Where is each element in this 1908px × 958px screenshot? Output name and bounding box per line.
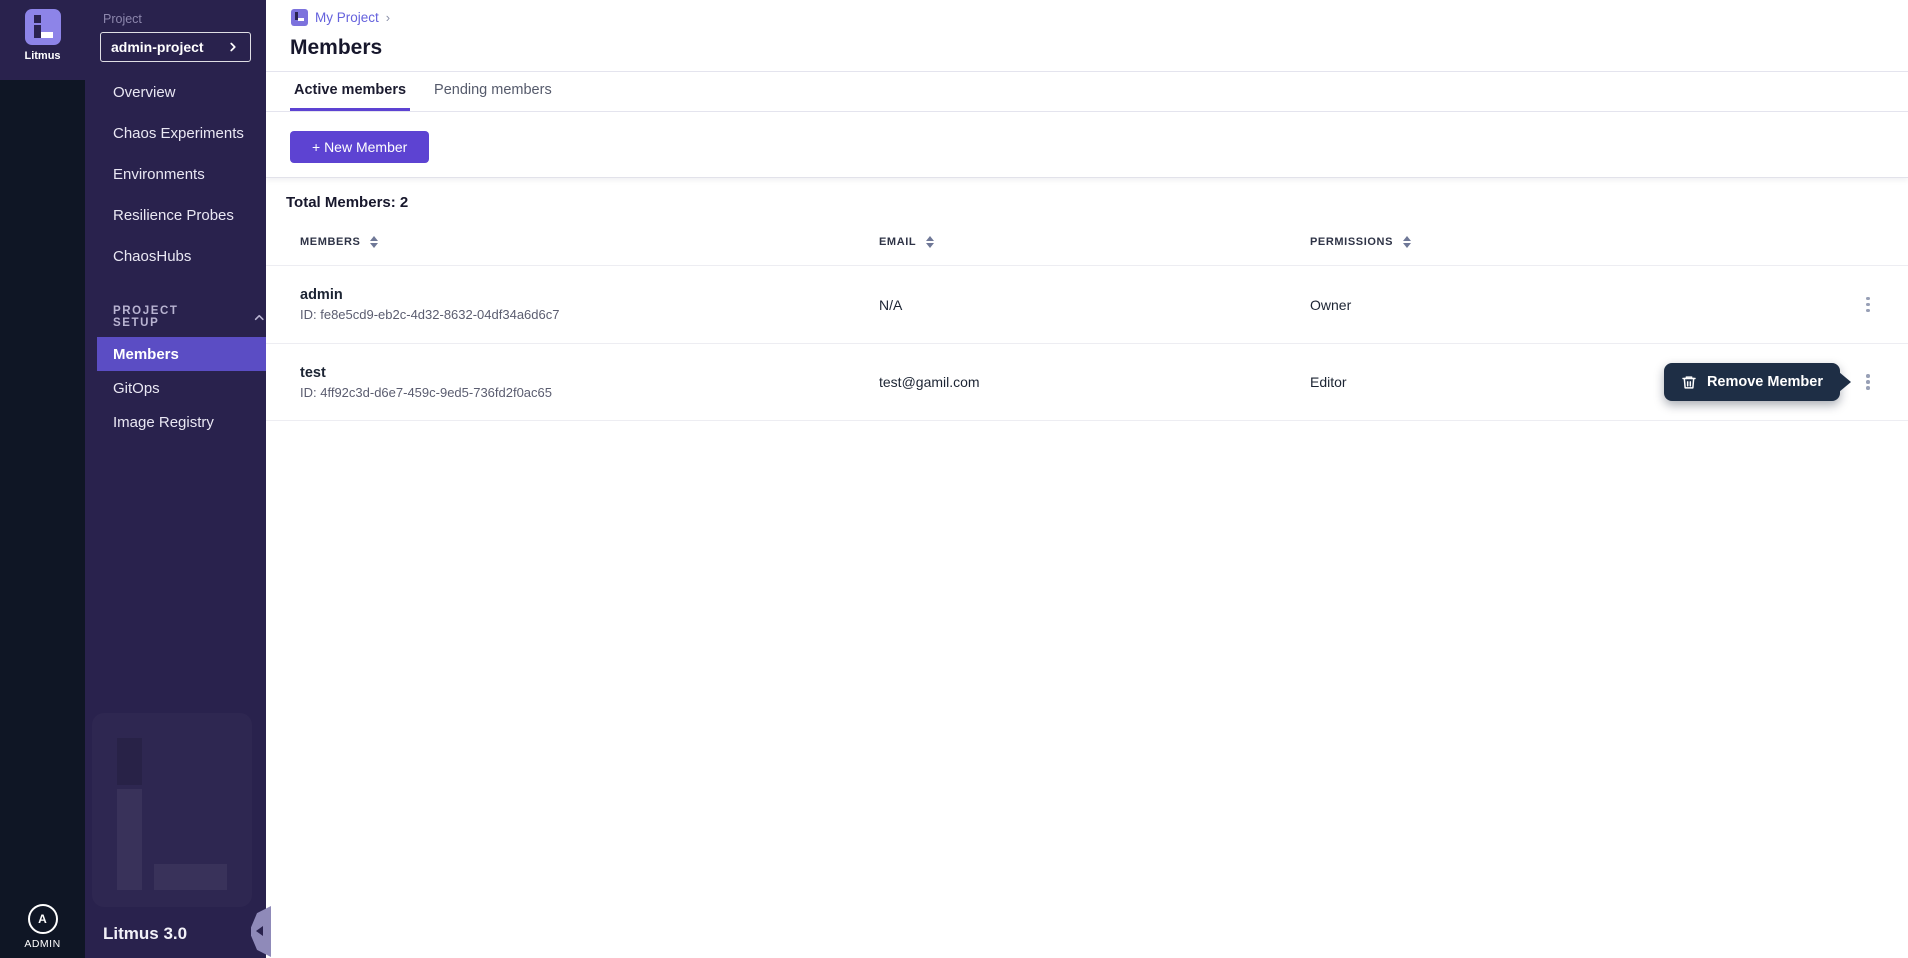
total-members-label: Total Members: 2	[286, 194, 1908, 211]
page-header: My Project › Members	[266, 0, 1908, 72]
members-content: Total Members: 2 MEMBERS EMAIL PERMISSIO…	[266, 178, 1908, 421]
sidebar-item-environments[interactable]: Environments	[85, 154, 266, 195]
row-actions-kebab-icon[interactable]	[1856, 290, 1880, 320]
sort-icon[interactable]	[926, 236, 934, 249]
column-header-email[interactable]: EMAIL	[879, 236, 1310, 249]
row-actions-kebab-icon[interactable]	[1856, 367, 1880, 397]
member-cell: admin ID: fe8e5cd9-eb2c-4d32-8632-04df34…	[300, 287, 879, 322]
remove-member-menu-item[interactable]: Remove Member	[1664, 363, 1840, 401]
collapse-left-triangle-icon	[256, 926, 263, 936]
sidebar-item-image-registry[interactable]: Image Registry	[85, 405, 266, 439]
project-icon	[291, 9, 308, 26]
breadcrumb-chevron-icon: ›	[386, 10, 390, 25]
project-setup-label: PROJECT SETUP	[113, 305, 226, 329]
sidebar-nav: Overview Chaos Experiments Environments …	[85, 72, 266, 277]
member-id: ID: fe8e5cd9-eb2c-4d32-8632-04df34a6d6c7	[300, 307, 879, 322]
table-header-row: MEMBERS EMAIL PERMISSIONS	[266, 219, 1908, 265]
sidebar-item-overview[interactable]: Overview	[85, 72, 266, 113]
column-header-members[interactable]: MEMBERS	[300, 236, 879, 249]
litmus-logo-label: Litmus	[24, 50, 60, 62]
project-select[interactable]: admin-project	[100, 32, 251, 62]
member-cell: test ID: 4ff92c3d-d6e7-459c-9ed5-736fd2f…	[300, 365, 879, 400]
page-title: Members	[290, 36, 382, 60]
member-email: test@gamil.com	[879, 374, 1310, 390]
litmus-watermark-logo	[92, 713, 252, 907]
breadcrumb: My Project ›	[291, 9, 390, 26]
project-setup-section-toggle[interactable]: PROJECT SETUP	[85, 297, 266, 337]
chevron-right-icon	[226, 40, 240, 54]
sort-icon[interactable]	[1403, 236, 1411, 249]
version-label: Litmus 3.0	[103, 924, 187, 944]
left-rail: Litmus A ADMIN	[0, 0, 85, 958]
breadcrumb-my-project-link[interactable]: My Project	[315, 10, 379, 25]
sidebar-item-chaoshubs[interactable]: ChaosHubs	[85, 236, 266, 277]
avatar[interactable]: A	[28, 904, 58, 934]
table-row: admin ID: fe8e5cd9-eb2c-4d32-8632-04df34…	[266, 265, 1908, 343]
member-name: test	[300, 365, 879, 381]
sidebar: Project admin-project Overview Chaos Exp…	[85, 0, 266, 958]
new-member-button[interactable]: + New Member	[290, 131, 429, 163]
sort-icon[interactable]	[370, 236, 378, 249]
user-menu[interactable]: A ADMIN	[0, 904, 85, 950]
member-email: N/A	[879, 297, 1310, 313]
member-permission: Owner	[1310, 297, 1840, 313]
main-content: My Project › Members Active members Pend…	[266, 0, 1908, 958]
member-id: ID: 4ff92c3d-d6e7-459c-9ed5-736fd2f0ac65	[300, 385, 879, 400]
table-row: test ID: 4ff92c3d-d6e7-459c-9ed5-736fd2f…	[266, 343, 1908, 421]
project-setup-nav: Members GitOps Image Registry	[85, 337, 266, 439]
litmus-logo-icon	[25, 9, 61, 45]
remove-member-label: Remove Member	[1707, 374, 1823, 390]
tab-active-members[interactable]: Active members	[290, 72, 410, 111]
tab-bar: Active members Pending members	[266, 72, 1908, 112]
project-label: Project	[103, 12, 142, 26]
column-header-permissions[interactable]: PERMISSIONS	[1310, 236, 1840, 249]
sidebar-item-chaos-experiments[interactable]: Chaos Experiments	[85, 113, 266, 154]
project-select-value: admin-project	[111, 39, 226, 55]
tab-pending-members[interactable]: Pending members	[430, 72, 556, 111]
sidebar-item-members[interactable]: Members	[97, 337, 266, 371]
user-label: ADMIN	[24, 938, 60, 950]
chevron-up-icon	[252, 310, 266, 325]
trash-icon	[1681, 374, 1697, 391]
litmus-logo[interactable]: Litmus	[0, 0, 85, 80]
app-root: Litmus A ADMIN Project admin-project Ove…	[0, 0, 1908, 958]
toolbar: + New Member	[266, 112, 1908, 178]
member-name: admin	[300, 287, 879, 303]
sidebar-item-resilience-probes[interactable]: Resilience Probes	[85, 195, 266, 236]
sidebar-item-gitops[interactable]: GitOps	[85, 371, 266, 405]
